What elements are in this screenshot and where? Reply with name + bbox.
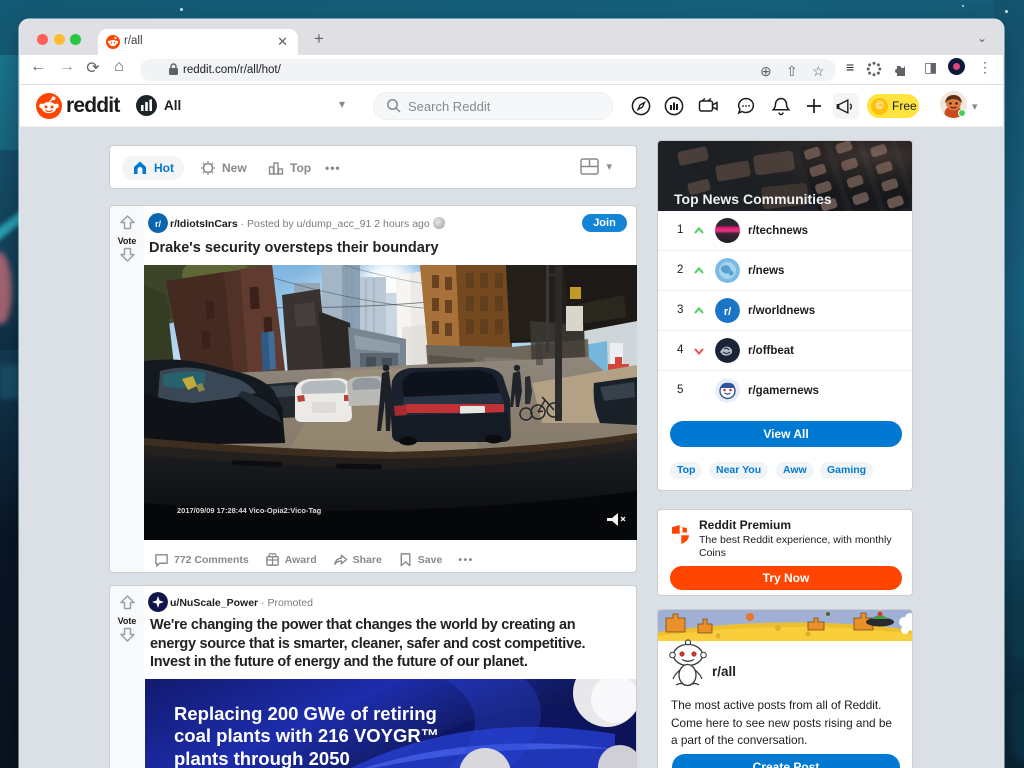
svg-text:r/: r/ <box>724 306 731 318</box>
svg-text:plants through 2050: plants through 2050 <box>174 748 350 768</box>
svg-text:Replacing 200 GWe of retiring: Replacing 200 GWe of retiring <box>174 703 437 724</box>
svg-text:2017/09/09 17:28:44 Vico-Opia2: 2017/09/09 17:28:44 Vico-Opia2:Vico-Tag <box>177 506 322 515</box>
svg-text:r/: r/ <box>155 219 162 229</box>
svg-text:coal plants with 216 VOYGR™: coal plants with 216 VOYGR™ <box>174 725 439 746</box>
svg-text:Top News Communities: Top News Communities <box>674 191 832 207</box>
